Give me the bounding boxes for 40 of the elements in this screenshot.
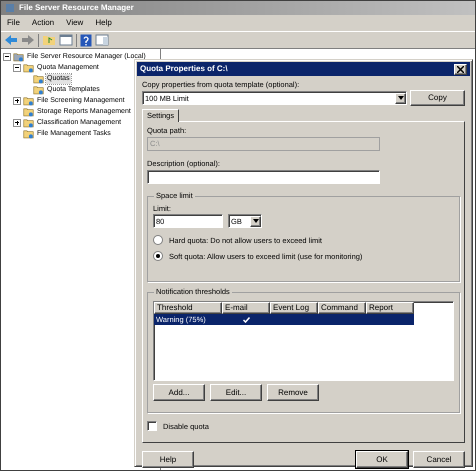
list-action-button[interactable]: Add...	[153, 384, 205, 401]
column-header[interactable]: Command	[318, 302, 366, 314]
description-field[interactable]	[147, 170, 380, 184]
radio-button[interactable]	[153, 251, 163, 261]
checkbox[interactable]	[147, 421, 157, 431]
expand-toggle[interactable]	[13, 96, 21, 104]
folder-icon	[33, 74, 44, 84]
panel-icon[interactable]	[95, 34, 109, 46]
folder-icon	[23, 128, 34, 138]
column-header[interactable]: Event Log	[270, 302, 318, 314]
folder-icon	[23, 118, 34, 128]
column-header[interactable]: E-mail	[222, 302, 270, 314]
list-action-button[interactable]: Edit...	[210, 384, 262, 401]
folder-icon	[23, 62, 34, 72]
folder-icon	[23, 96, 34, 106]
app-icon	[5, 3, 15, 13]
list-action-button[interactable]: Remove	[267, 384, 319, 401]
server-icon	[13, 52, 24, 62]
menu-item[interactable]: Action	[32, 18, 54, 28]
expand-toggle[interactable]	[13, 118, 21, 126]
menu-item[interactable]: Help	[95, 18, 112, 28]
column-header[interactable]: Report	[366, 302, 414, 314]
window-title: File Server Resource Manager	[19, 3, 134, 13]
column-header[interactable]: Threshold	[154, 302, 222, 314]
folder-icon	[23, 106, 34, 116]
collapse-toggle[interactable]	[13, 64, 21, 72]
copy-button[interactable]: Copy	[410, 90, 465, 106]
menu-item[interactable]: View	[66, 18, 84, 28]
help-icon[interactable]	[80, 34, 92, 46]
menu-item[interactable]: File	[7, 18, 20, 28]
panel-icon[interactable]	[59, 34, 73, 46]
dialog-title: Quota Properties of C:\	[140, 64, 228, 74]
folder-up-icon[interactable]	[42, 34, 56, 46]
close-button[interactable]	[454, 64, 467, 74]
collapse-toggle[interactable]	[3, 52, 11, 60]
help-button[interactable]: Help	[142, 451, 194, 468]
cancel-button[interactable]: Cancel	[413, 451, 465, 468]
ok-button[interactable]: OK	[356, 451, 408, 468]
radio-button[interactable]	[153, 235, 163, 245]
folder-icon	[33, 84, 44, 94]
